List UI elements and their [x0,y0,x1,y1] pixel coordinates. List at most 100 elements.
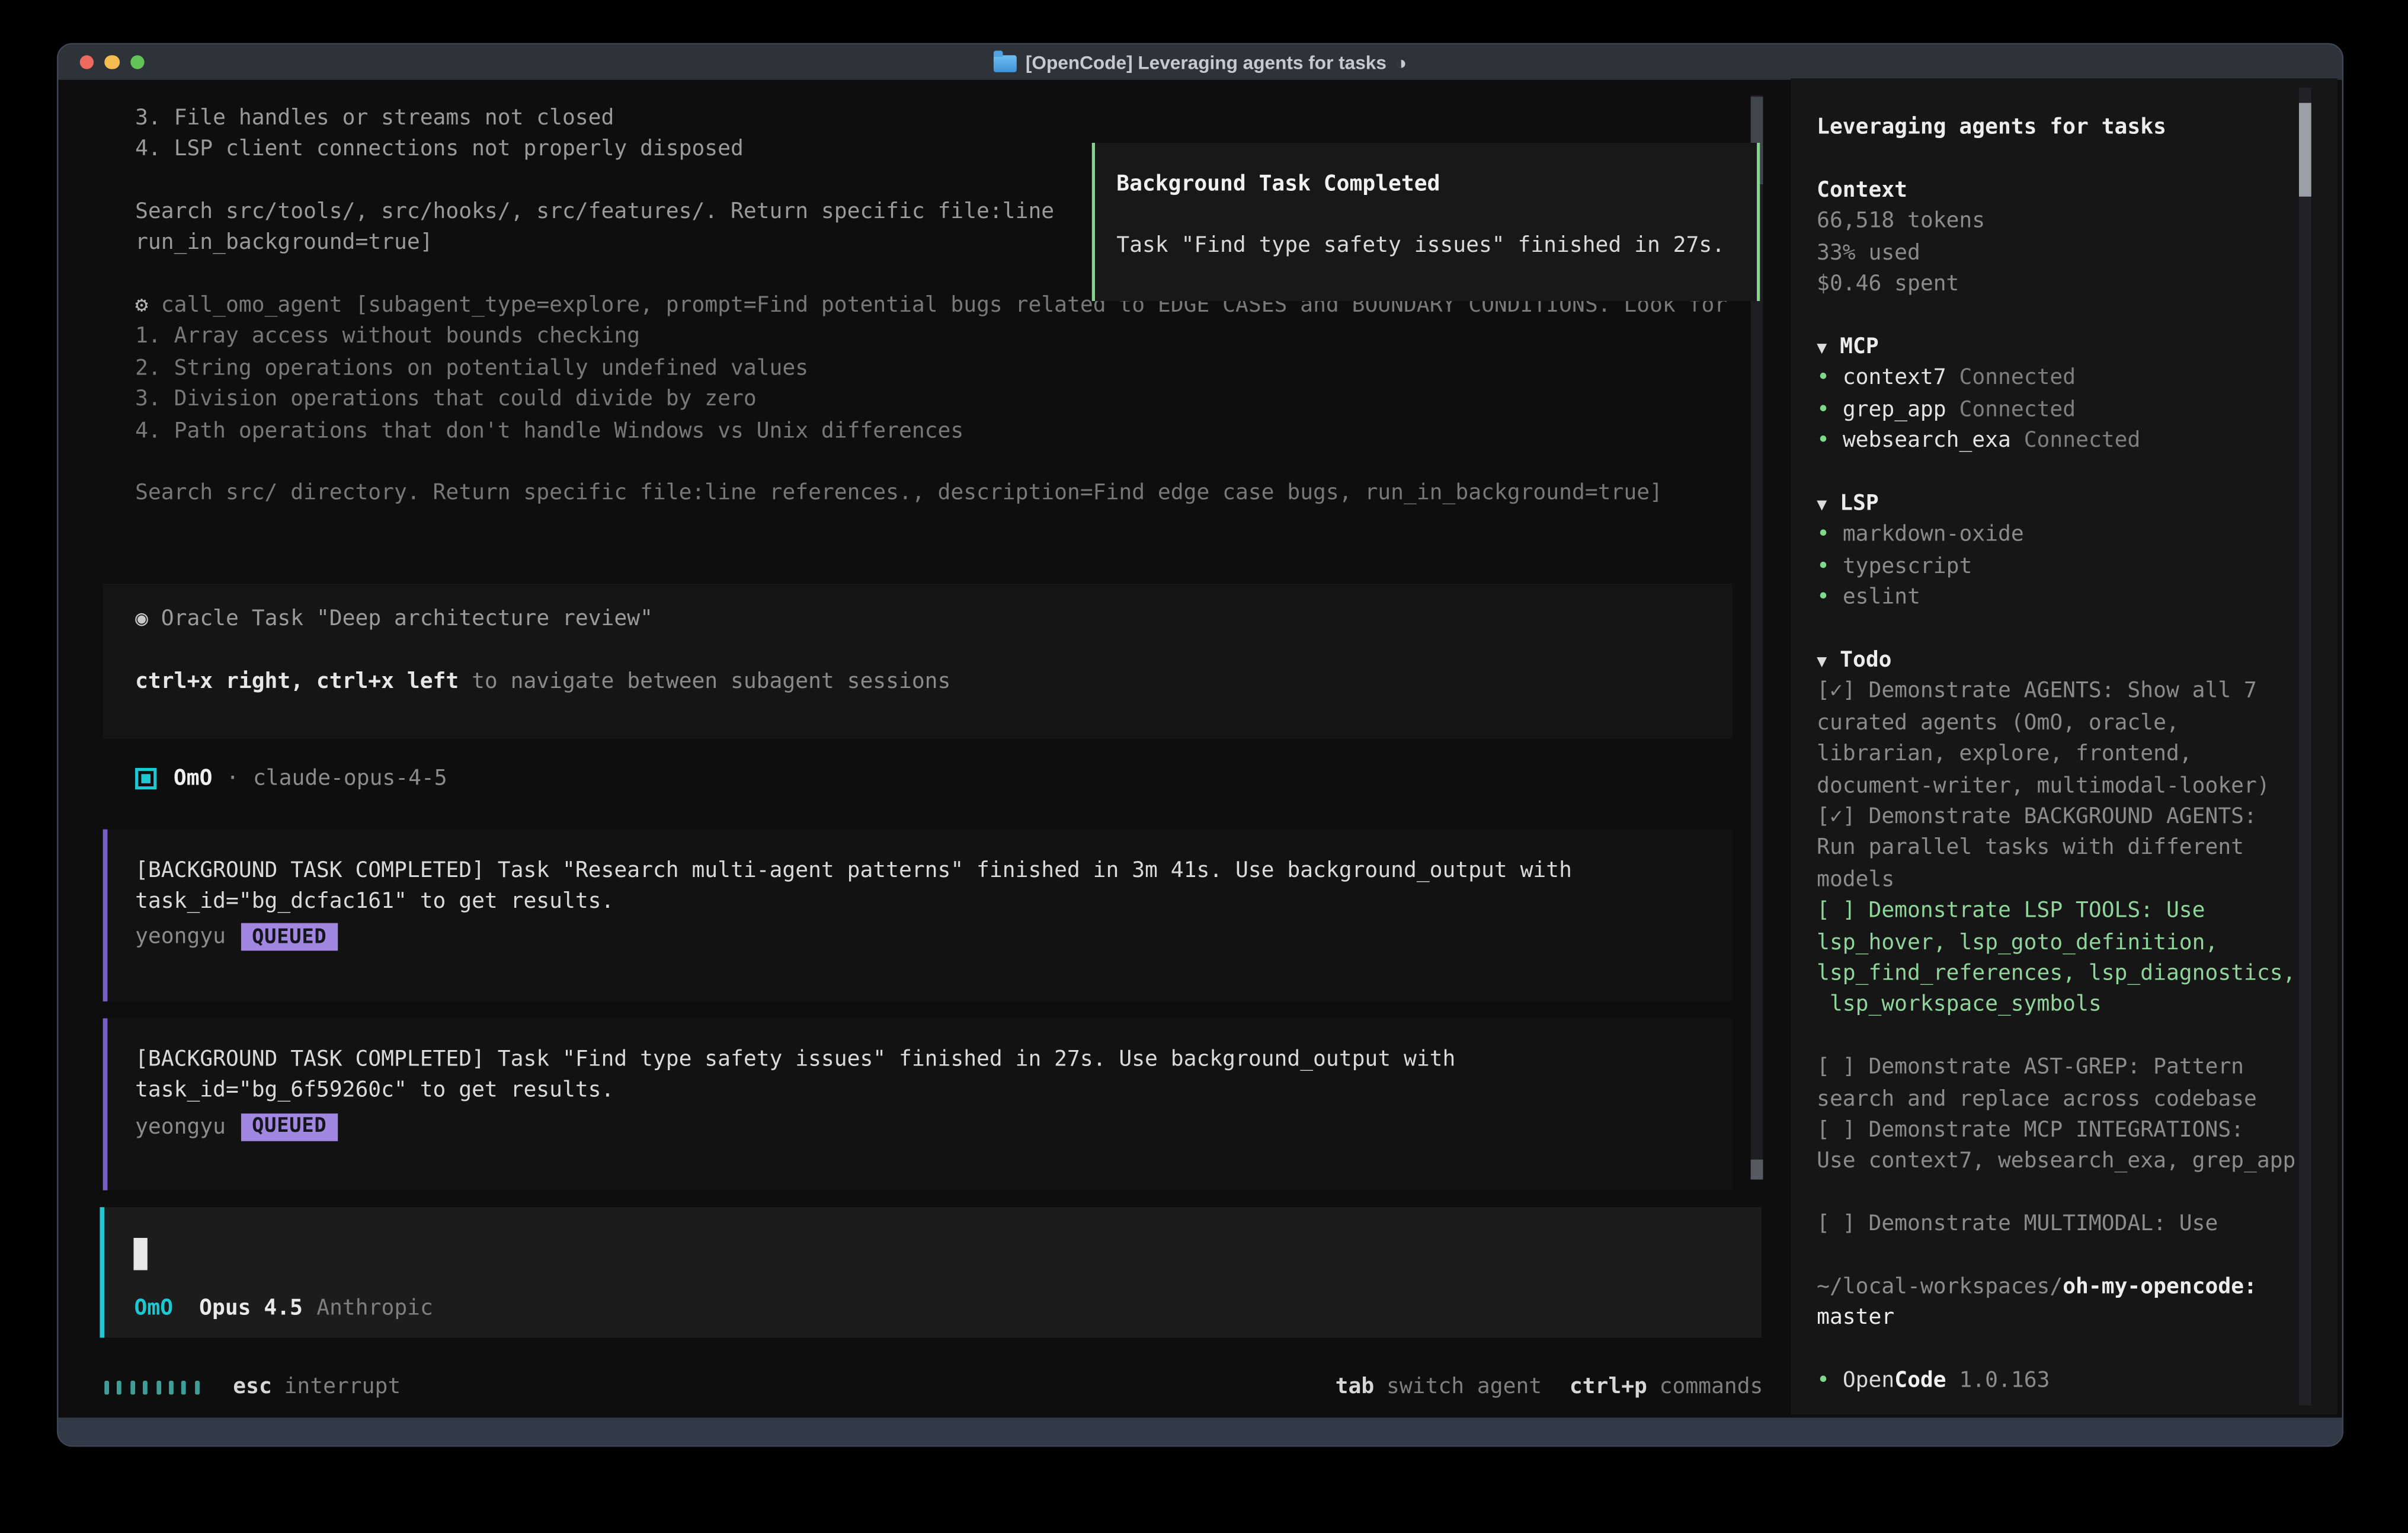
folder-icon [993,55,1016,72]
window-title-group: [OpenCode] Leveraging agents for tasks ◑ [993,52,1407,73]
separator-dot: · [226,766,239,790]
app-version: 1.0.163 [1959,1369,2050,1393]
sidebar-scrollbar-track[interactable] [2298,88,2311,1406]
prompt-input[interactable]: OmO Opus 4.5 Anthropic [100,1207,1761,1338]
todo-item-pending: search and replace across codebase [1817,1084,2299,1115]
oracle-hint-text: to navigate between subagent sessions [459,670,950,694]
mcp-section-header[interactable]: ▼ MCP [1817,331,2299,363]
background-task-card: [BACKGROUND TASK COMPLETED] Task "Find t… [103,1019,1733,1190]
blank-line [1817,1021,2299,1052]
tab-key-hint: tab [1336,1375,1375,1399]
todo-item-pending: [ ] Demonstrate MULTIMODAL: Use [1817,1209,2299,1240]
mcp-status: Connected [2024,428,2141,453]
ctrlp-key-hint: ctrl+p [1570,1375,1647,1399]
tab-action-label: switch agent [1386,1375,1542,1399]
status-dot-icon: • [1817,428,1830,453]
text-cursor [135,1238,148,1269]
context-used: 33% used [1817,238,2299,269]
esc-action-label: interrupt [284,1375,401,1399]
todo-item-done: Run parallel tasks with different [1817,833,2299,865]
minimize-button[interactable] [105,55,119,69]
status-dot-icon: • [1817,397,1830,421]
todo-item-active: lsp_workspace_symbols [1817,990,2299,1021]
input-meta-row: OmO Opus 4.5 Anthropic [135,1297,433,1321]
status-dot-icon: • [1817,1369,1830,1393]
toast-body: Task "Find type safety issues" finished … [1116,231,1757,263]
mcp-status: Connected [1959,366,2076,391]
desktop: [OpenCode] Leveraging agents for tasks ◑… [0,0,2408,1533]
close-button[interactable] [79,55,94,69]
todo-item-active: lsp_find_references, lsp_diagnostics, [1817,958,2299,990]
status-left: esc interrupt [104,1375,401,1399]
tool-call-detail: 3. Division operations that could divide… [135,385,1769,416]
task-user: yeongyu [135,925,226,949]
mcp-name: websearch_exa [1843,428,2011,453]
window-titlebar[interactable]: [OpenCode] Leveraging agents for tasks ◑ [58,44,2342,81]
zoom-button[interactable] [131,55,145,69]
blank-line [1817,300,2299,332]
gear-icon: ⚙ [135,293,148,318]
todo-item-done: [✓] Demonstrate AGENTS: Show all 7 [1817,676,2299,708]
todo-item-done: [✓] Demonstrate BACKGROUND AGENTS: [1817,802,2299,833]
workspace-path-prefix: ~/local-workspaces/ [1817,1275,2063,1299]
background-task-card: [BACKGROUND TASK COMPLETED] Task "Resear… [103,830,1733,1001]
traffic-lights [79,44,145,81]
omo-agent-icon [135,767,156,789]
todo-item-done: document-writer, multimodal-looker) [1817,770,2299,802]
status-right: tab switch agent ctrl+p commands [1336,1375,1763,1399]
oracle-task-card: ◉ Oracle Task "Deep architecture review"… [103,583,1733,738]
task-line: task_id="bg_6f59260c" to get results. [135,1076,1733,1107]
status-badge: QUEUED [241,924,338,952]
todo-item-done: curated agents (OmO, oracle, [1817,708,2299,739]
blank-line [1116,200,1757,231]
message-line: 3. File handles or streams not closed [135,103,1769,134]
status-dot-icon: • [1817,554,1830,578]
blank-line [1817,1240,2299,1272]
chevron-down-icon: ▼ [1817,651,1827,671]
context-spent: $0.46 spent [1817,269,2299,300]
lsp-name: eslint [1843,585,1920,610]
agent-model: claude-opus-4-5 [253,766,447,790]
mcp-item: • websearch_exa Connected [1817,425,2299,457]
ctrlp-action-label: commands [1660,1375,1763,1399]
todo-item-pending: [ ] Demonstrate MCP INTEGRATIONS: [1817,1115,2299,1147]
main-scrollbar-thumb[interactable] [1751,1160,1764,1180]
esc-key-hint: esc [233,1375,272,1399]
context-heading: Context [1817,175,2299,206]
window-title: [OpenCode] Leveraging agents for tasks [1026,52,1386,73]
sidebar-content: Leveraging agents for tasks Context 66,5… [1817,112,2299,1397]
chevron-down-icon: ▼ [1817,494,1827,514]
task-meta-row: yeongyu QUEUED [135,920,1733,954]
mcp-name: grep_app [1843,397,1946,421]
mcp-item: • context7 Connected [1817,363,2299,394]
task-meta-row: yeongyu QUEUED [135,1110,1733,1144]
working-spinner [104,1380,199,1394]
mcp-name: context7 [1843,366,1946,391]
todo-item-pending: [ ] Demonstrate AST-GREP: Pattern [1817,1052,2299,1084]
task-line: [BACKGROUND TASK COMPLETED] Task "Find t… [135,1044,1733,1076]
app-name-bold: Code [1894,1369,1946,1393]
sidebar-scrollbar-thumb[interactable] [2298,103,2311,197]
mcp-item: • grep_app Connected [1817,394,2299,425]
blank-line [1817,1334,2299,1366]
blank-line [1817,1177,2299,1209]
lsp-section-header[interactable]: ▼ LSP [1817,488,2299,520]
input-agent-label: OmO [135,1297,174,1321]
context-tokens: 66,518 tokens [1817,206,2299,238]
task-line: [BACKGROUND TASK COMPLETED] Task "Resear… [135,854,1733,886]
lsp-heading: LSP [1840,491,1879,516]
todo-section-header[interactable]: ▼ Todo [1817,645,2299,676]
todo-item-pending: Use context7, websearch_exa, grep_app [1817,1147,2299,1178]
oracle-hint-line: ctrl+x right, ctrl+x left to navigate be… [135,667,1733,698]
todo-item-active: lsp_hover, lsp_goto_definition, [1817,927,2299,958]
tool-call-detail: 4. Path operations that don't handle Win… [135,415,1769,447]
lsp-item: • typescript [1817,551,2299,583]
chevron-down-icon: ▼ [1817,338,1827,358]
todo-item-done: librarian, explore, frontend, [1817,739,2299,770]
input-model-label: Opus 4.5 [199,1297,303,1321]
status-dot-icon: • [1817,585,1830,610]
input-provider-label: Anthropic [316,1297,433,1321]
mcp-heading: MCP [1840,335,1879,359]
version-row: • OpenCode 1.0.163 [1817,1366,2299,1397]
agent-name: OmO [174,766,213,790]
